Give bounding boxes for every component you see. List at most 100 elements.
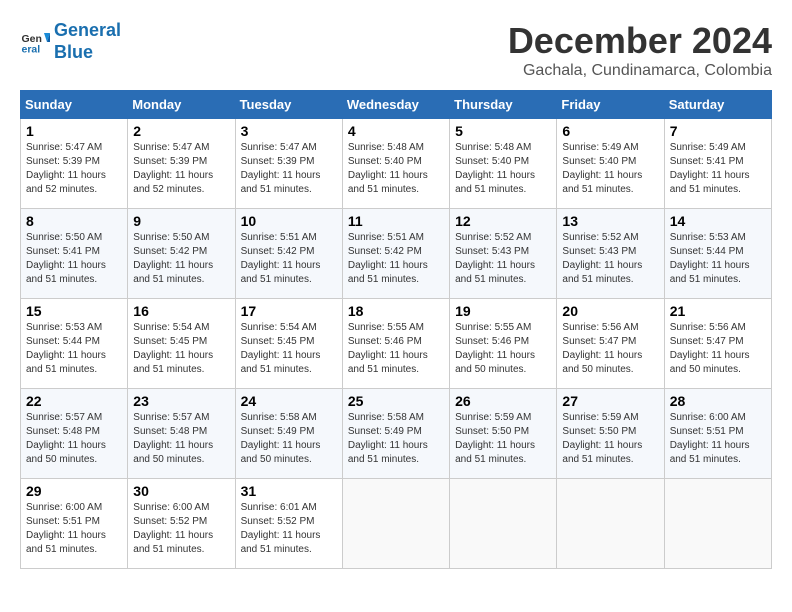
column-header-sunday: Sunday xyxy=(21,91,128,119)
calendar-cell: 7 Sunrise: 5:49 AMSunset: 5:41 PMDaylight… xyxy=(664,119,771,209)
day-info: Sunrise: 6:00 AMSunset: 5:52 PMDaylight:… xyxy=(133,501,229,557)
calendar-cell xyxy=(557,479,664,569)
day-number: 11 xyxy=(348,213,444,229)
calendar-cell: 1Sunrise: 5:47 AMSunset: 5:39 PMDaylight… xyxy=(21,119,128,209)
calendar-cell: 25 Sunrise: 5:58 AMSunset: 5:49 PMDayligh… xyxy=(342,389,449,479)
title-area: December 2024 Gachala, Cundinamarca, Col… xyxy=(508,20,772,80)
day-number: 24 xyxy=(241,393,337,409)
calendar-cell: 27 Sunrise: 5:59 AMSunset: 5:50 PMDayligh… xyxy=(557,389,664,479)
day-info: Sunrise: 5:58 AMSunset: 5:49 PMDaylight:… xyxy=(348,411,444,467)
day-number: 23 xyxy=(133,393,229,409)
day-info: Sunrise: 5:54 AMSunset: 5:45 PMDaylight:… xyxy=(133,321,229,377)
day-number: 27 xyxy=(562,393,658,409)
day-number: 14 xyxy=(670,213,766,229)
day-number: 1 xyxy=(26,123,122,139)
calendar-cell: 9 Sunrise: 5:50 AMSunset: 5:42 PMDaylight… xyxy=(128,209,235,299)
day-info: Sunrise: 5:47 AMSunset: 5:39 PMDaylight:… xyxy=(241,141,337,197)
day-info: Sunrise: 5:57 AMSunset: 5:48 PMDaylight:… xyxy=(133,411,229,467)
day-number: 12 xyxy=(455,213,551,229)
calendar-cell: 28 Sunrise: 6:00 AMSunset: 5:51 PMDayligh… xyxy=(664,389,771,479)
day-number: 25 xyxy=(348,393,444,409)
calendar-header-row: SundayMondayTuesdayWednesdayThursdayFrid… xyxy=(21,91,772,119)
header: Gen eral General Blue December 2024 Gach… xyxy=(20,20,772,80)
day-info: Sunrise: 5:48 AMSunset: 5:40 PMDaylight:… xyxy=(455,141,551,197)
calendar-cell: 26 Sunrise: 5:59 AMSunset: 5:50 PMDayligh… xyxy=(450,389,557,479)
day-number: 17 xyxy=(241,303,337,319)
day-number: 28 xyxy=(670,393,766,409)
day-info: Sunrise: 5:53 AMSunset: 5:44 PMDaylight:… xyxy=(26,321,122,377)
day-info: Sunrise: 5:57 AMSunset: 5:48 PMDaylight:… xyxy=(26,411,122,467)
calendar-cell: 2 Sunrise: 5:47 AMSunset: 5:39 PMDaylight… xyxy=(128,119,235,209)
logo-text: General Blue xyxy=(54,20,121,63)
day-info: Sunrise: 5:58 AMSunset: 5:49 PMDaylight:… xyxy=(241,411,337,467)
calendar-cell: 17 Sunrise: 5:54 AMSunset: 5:45 PMDayligh… xyxy=(235,299,342,389)
column-header-wednesday: Wednesday xyxy=(342,91,449,119)
calendar-week-row: 8Sunrise: 5:50 AMSunset: 5:41 PMDaylight… xyxy=(21,209,772,299)
calendar-cell: 22 Sunrise: 5:57 AMSunset: 5:48 PMDayligh… xyxy=(21,389,128,479)
day-info: Sunrise: 5:54 AMSunset: 5:45 PMDaylight:… xyxy=(241,321,337,377)
calendar-cell: 15Sunrise: 5:53 AMSunset: 5:44 PMDayligh… xyxy=(21,299,128,389)
day-info: Sunrise: 5:50 AMSunset: 5:42 PMDaylight:… xyxy=(133,231,229,287)
calendar-cell: 19Sunrise: 5:55 AMSunset: 5:46 PMDayligh… xyxy=(450,299,557,389)
calendar-cell xyxy=(450,479,557,569)
column-header-tuesday: Tuesday xyxy=(235,91,342,119)
day-number: 2 xyxy=(133,123,229,139)
calendar-cell: 8Sunrise: 5:50 AMSunset: 5:41 PMDaylight… xyxy=(21,209,128,299)
day-info: Sunrise: 5:49 AMSunset: 5:41 PMDaylight:… xyxy=(670,141,766,197)
day-info: Sunrise: 6:01 AMSunset: 5:52 PMDaylight:… xyxy=(241,501,337,557)
logo: Gen eral General Blue xyxy=(20,20,121,63)
day-info: Sunrise: 5:59 AMSunset: 5:50 PMDaylight:… xyxy=(455,411,551,467)
calendar-cell: 14Sunrise: 5:53 AMSunset: 5:44 PMDayligh… xyxy=(664,209,771,299)
calendar-cell: 24 Sunrise: 5:58 AMSunset: 5:49 PMDayligh… xyxy=(235,389,342,479)
calendar-cell: 6Sunrise: 5:49 AMSunset: 5:40 PMDaylight… xyxy=(557,119,664,209)
day-info: Sunrise: 6:00 AMSunset: 5:51 PMDaylight:… xyxy=(670,411,766,467)
day-number: 16 xyxy=(133,303,229,319)
day-info: Sunrise: 5:52 AMSunset: 5:43 PMDaylight:… xyxy=(562,231,658,287)
day-number: 31 xyxy=(241,483,337,499)
day-info: Sunrise: 5:56 AMSunset: 5:47 PMDaylight:… xyxy=(562,321,658,377)
day-info: Sunrise: 5:52 AMSunset: 5:43 PMDaylight:… xyxy=(455,231,551,287)
day-number: 7 xyxy=(670,123,766,139)
day-info: Sunrise: 5:55 AMSunset: 5:46 PMDaylight:… xyxy=(348,321,444,377)
calendar-cell: 3 Sunrise: 5:47 AMSunset: 5:39 PMDaylight… xyxy=(235,119,342,209)
calendar-cell: 11 Sunrise: 5:51 AMSunset: 5:42 PMDayligh… xyxy=(342,209,449,299)
day-info: Sunrise: 6:00 AMSunset: 5:51 PMDaylight:… xyxy=(26,501,122,557)
day-info: Sunrise: 5:48 AMSunset: 5:40 PMDaylight:… xyxy=(348,141,444,197)
calendar-cell: 16 Sunrise: 5:54 AMSunset: 5:45 PMDayligh… xyxy=(128,299,235,389)
calendar-week-row: 15Sunrise: 5:53 AMSunset: 5:44 PMDayligh… xyxy=(21,299,772,389)
column-header-saturday: Saturday xyxy=(664,91,771,119)
day-number: 22 xyxy=(26,393,122,409)
calendar-cell: 31 Sunrise: 6:01 AMSunset: 5:52 PMDayligh… xyxy=(235,479,342,569)
day-number: 26 xyxy=(455,393,551,409)
day-number: 8 xyxy=(26,213,122,229)
day-number: 4 xyxy=(348,123,444,139)
subtitle: Gachala, Cundinamarca, Colombia xyxy=(508,62,772,80)
day-number: 10 xyxy=(241,213,337,229)
column-header-friday: Friday xyxy=(557,91,664,119)
calendar-table: SundayMondayTuesdayWednesdayThursdayFrid… xyxy=(20,90,772,569)
day-info: Sunrise: 5:47 AMSunset: 5:39 PMDaylight:… xyxy=(133,141,229,197)
calendar-cell: 10Sunrise: 5:51 AMSunset: 5:42 PMDayligh… xyxy=(235,209,342,299)
main-title: December 2024 xyxy=(508,20,772,62)
day-number: 18 xyxy=(348,303,444,319)
calendar-cell: 12 Sunrise: 5:52 AMSunset: 5:43 PMDayligh… xyxy=(450,209,557,299)
day-info: Sunrise: 5:55 AMSunset: 5:46 PMDaylight:… xyxy=(455,321,551,377)
day-info: Sunrise: 5:51 AMSunset: 5:42 PMDaylight:… xyxy=(348,231,444,287)
calendar-cell: 20 Sunrise: 5:56 AMSunset: 5:47 PMDayligh… xyxy=(557,299,664,389)
calendar-cell: 5 Sunrise: 5:48 AMSunset: 5:40 PMDaylight… xyxy=(450,119,557,209)
calendar-week-row: 1 Sunrise: 5:47 AMSunset: 5:39 PMDaylight… xyxy=(21,119,772,209)
day-number: 20 xyxy=(562,303,658,319)
day-number: 9 xyxy=(133,213,229,229)
day-info: Sunrise: 5:59 AMSunset: 5:50 PMDaylight:… xyxy=(562,411,658,467)
calendar-cell xyxy=(342,479,449,569)
day-number: 29 xyxy=(26,483,122,499)
calendar-cell: 13Sunrise: 5:52 AMSunset: 5:43 PMDayligh… xyxy=(557,209,664,299)
day-number: 21 xyxy=(670,303,766,319)
day-info: Sunrise: 5:56 AMSunset: 5:47 PMDaylight:… xyxy=(670,321,766,377)
day-number: 3 xyxy=(241,123,337,139)
calendar-cell: 21 Sunrise: 5:56 AMSunset: 5:47 PMDayligh… xyxy=(664,299,771,389)
calendar-cell: 4 Sunrise: 5:48 AMSunset: 5:40 PMDaylight… xyxy=(342,119,449,209)
day-number: 5 xyxy=(455,123,551,139)
calendar-cell: 30 Sunrise: 6:00 AMSunset: 5:52 PMDayligh… xyxy=(128,479,235,569)
day-number: 30 xyxy=(133,483,229,499)
